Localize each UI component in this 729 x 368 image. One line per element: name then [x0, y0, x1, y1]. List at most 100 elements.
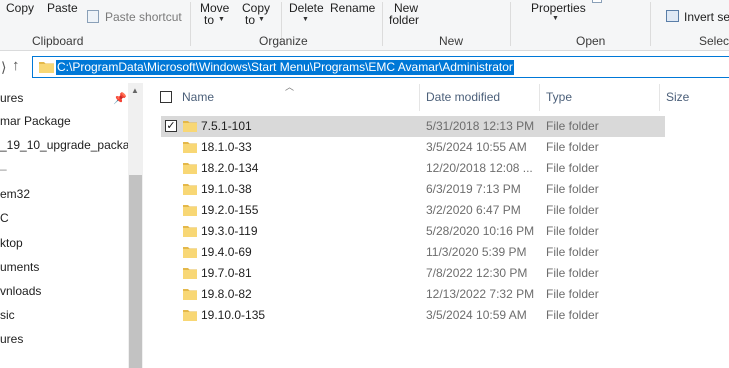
- file-type: File folder: [546, 308, 599, 322]
- table-row[interactable]: ✓ 7.5.1-101 5/31/2018 12:13 PM File folder: [161, 116, 665, 137]
- nav-item[interactable]: uments: [0, 260, 39, 274]
- address-row: ⟩ ↑ C:\ProgramData\Microsoft\Windows\Sta…: [0, 51, 729, 83]
- chevron-up-icon: ︿: [285, 82, 295, 92]
- file-name: 7.5.1-101: [201, 119, 252, 133]
- file-date-modified: 11/3/2020 5:39 PM: [426, 245, 527, 259]
- file-name: 19.7.0-81: [201, 266, 252, 280]
- checkbox-icon[interactable]: ✓: [165, 120, 177, 132]
- file-type: File folder: [546, 161, 599, 175]
- table-row[interactable]: 19.3.0-119 5/28/2020 10:16 PM File folder: [161, 221, 665, 242]
- nav-item[interactable]: mar Package: [0, 114, 71, 128]
- nav-scrollbar[interactable]: ▲: [128, 83, 143, 368]
- copy-to-label-2: to: [245, 13, 256, 27]
- nav-item[interactable]: ktop: [0, 236, 23, 250]
- move-to-chevron-icon: ▼: [218, 16, 225, 23]
- folder-icon: [39, 62, 54, 73]
- file-name: 19.3.0-119: [201, 224, 258, 238]
- more-caret-icon: ▾: [118, 0, 123, 3]
- nav-item[interactable]: ures: [0, 91, 23, 105]
- folder-icon: [183, 142, 197, 153]
- folder-icon: [183, 205, 197, 216]
- new-folder-label-2: folder: [389, 13, 420, 27]
- column-header-date[interactable]: Date modified: [426, 90, 500, 104]
- table-row[interactable]: 18.1.0-33 3/5/2024 10:55 AM File folder: [161, 137, 665, 158]
- file-name: 19.10.0-135: [201, 308, 266, 322]
- properties-button[interactable]: Properties: [531, 1, 586, 15]
- folder-icon: [183, 247, 197, 258]
- ribbon: Copy Paste ▾ Paste shortcut Move to ▼ Co…: [0, 0, 729, 51]
- group-open-label: Open: [576, 34, 606, 48]
- file-date-modified: 12/20/2018 12:08 ...: [426, 161, 533, 175]
- paste-shortcut-icon: [87, 10, 99, 23]
- address-bar[interactable]: C:\ProgramData\Microsoft\Windows\Start M…: [32, 56, 729, 78]
- file-name: 19.4.0-69: [201, 245, 252, 259]
- pin-icon[interactable]: 📌: [113, 92, 127, 105]
- group-organize-label: Organize: [259, 34, 308, 48]
- open-icon: [592, 0, 602, 3]
- ribbon-divider: [510, 2, 511, 46]
- file-name: 19.1.0-38: [201, 182, 252, 196]
- invert-selection-icon: [666, 10, 679, 22]
- scroll-up-icon[interactable]: ▲: [131, 86, 139, 95]
- nav-item[interactable]: ures: [0, 332, 23, 346]
- ribbon-divider: [650, 2, 651, 46]
- copy-button[interactable]: Copy: [6, 1, 34, 15]
- select-all-checkbox[interactable]: [160, 91, 172, 103]
- file-name: 18.1.0-33: [201, 140, 252, 154]
- file-type: File folder: [546, 140, 599, 154]
- file-date-modified: 3/5/2024 10:55 AM: [426, 140, 527, 154]
- column-divider[interactable]: [539, 84, 540, 111]
- folder-icon: [183, 310, 197, 321]
- nav-item[interactable]: –: [0, 162, 7, 176]
- up-arrow-icon[interactable]: ↑: [12, 57, 20, 74]
- scrollbar-thumb[interactable]: [129, 175, 142, 368]
- table-row[interactable]: 19.1.0-38 6/3/2019 7:13 PM File folder: [161, 179, 665, 200]
- nav-item[interactable]: vnloads: [0, 284, 41, 298]
- folder-icon: [183, 184, 197, 195]
- table-row[interactable]: 19.4.0-69 11/3/2020 5:39 PM File folder: [161, 242, 665, 263]
- file-type: File folder: [546, 203, 599, 217]
- column-header-name[interactable]: Name: [182, 90, 214, 104]
- nav-item[interactable]: C: [0, 211, 9, 225]
- column-divider[interactable]: [419, 84, 420, 111]
- delete-button[interactable]: Delete: [289, 1, 324, 15]
- group-new-label: New: [439, 34, 464, 48]
- group-clipboard-label: Clipboard: [32, 34, 84, 48]
- file-name: 18.2.0-134: [201, 161, 259, 175]
- folder-icon: [183, 268, 197, 279]
- file-type: File folder: [546, 224, 599, 238]
- table-row[interactable]: 18.2.0-134 12/20/2018 12:08 ... File folde…: [161, 158, 665, 179]
- nav-item[interactable]: em32: [0, 187, 30, 201]
- properties-chevron-icon: ▼: [552, 15, 559, 22]
- address-path: C:\ProgramData\Microsoft\Windows\Start M…: [56, 60, 514, 75]
- file-date-modified: 7/8/2022 12:30 PM: [426, 266, 528, 280]
- file-date-modified: 3/2/2020 6:47 PM: [426, 203, 521, 217]
- table-row[interactable]: 19.8.0-82 12/13/2022 7:32 PM File folder: [161, 284, 665, 305]
- invert-selection-button[interactable]: Invert sel: [684, 10, 729, 24]
- nav-item[interactable]: sic: [0, 308, 15, 322]
- column-header-type[interactable]: Type: [546, 90, 572, 104]
- folder-icon: [183, 163, 197, 174]
- file-date-modified: 6/3/2019 7:13 PM: [426, 182, 521, 196]
- file-date-modified: 12/13/2022 7:32 PM: [426, 287, 535, 301]
- column-header-size[interactable]: Size: [666, 90, 689, 104]
- column-divider[interactable]: [659, 84, 660, 111]
- file-type: File folder: [546, 287, 599, 301]
- ribbon-divider: [190, 2, 191, 46]
- rename-button[interactable]: Rename: [330, 1, 375, 15]
- copy-to-chevron-icon: ▼: [258, 16, 265, 23]
- nav-item[interactable]: _19_10_upgrade_packag: [0, 138, 136, 152]
- folder-icon: [183, 226, 197, 237]
- file-date-modified: 5/31/2018 12:13 PM: [426, 119, 535, 133]
- back-arrow-icon[interactable]: ⟩: [1, 59, 6, 76]
- table-row[interactable]: 19.10.0-135 3/5/2024 10:59 AM File folder: [161, 305, 665, 326]
- file-type: File folder: [546, 266, 599, 280]
- paste-shortcut-button[interactable]: Paste shortcut: [105, 10, 182, 24]
- table-row[interactable]: 19.2.0-155 3/2/2020 6:47 PM File folder: [161, 200, 665, 221]
- table-row[interactable]: 19.7.0-81 7/8/2022 12:30 PM File folder: [161, 263, 665, 284]
- move-to-label-2: to: [204, 13, 215, 27]
- ribbon-divider: [382, 2, 383, 46]
- paste-button[interactable]: Paste: [47, 1, 78, 15]
- group-select-label: Select: [699, 34, 729, 48]
- file-name: 19.2.0-155: [201, 203, 259, 217]
